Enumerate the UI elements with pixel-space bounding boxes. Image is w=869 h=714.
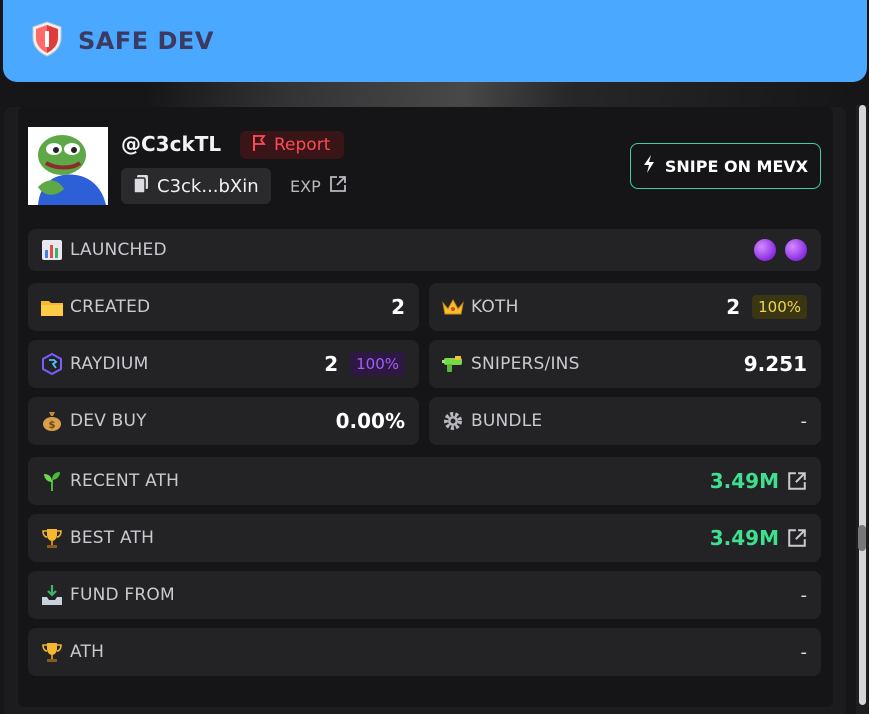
- dev-info-panel: @C3ckTL Report C3ck...bXin EXP SNIPE ON …: [4, 107, 846, 714]
- copy-icon: [133, 174, 149, 199]
- report-button[interactable]: Report: [240, 131, 345, 159]
- koth-row: KOTH 2 100%: [429, 283, 821, 331]
- inbox-tray-icon: [40, 583, 64, 607]
- snipe-label: SNIPE ON MEVX: [664, 156, 809, 176]
- snipe-button[interactable]: SNIPE ON MEVX: [630, 143, 821, 189]
- bundle-row: BUNDLE -: [429, 397, 821, 445]
- scrollbar-track[interactable]: [859, 105, 866, 705]
- crown-icon: [441, 295, 465, 319]
- flag-icon: [252, 134, 266, 157]
- gear-icon: [441, 409, 465, 433]
- external-link-icon[interactable]: [787, 471, 807, 491]
- shield-icon: [30, 21, 64, 61]
- app-window: SAFE DEV @C3ckTL Report C3ck...bXin EXP …: [0, 0, 869, 714]
- avatar: [28, 127, 108, 205]
- recent-ath-value: 3.49M: [709, 469, 779, 493]
- folder-icon: [40, 295, 64, 319]
- dev-handle[interactable]: @C3ckTL: [121, 132, 221, 156]
- snipers-label: SNIPERS/INS: [471, 354, 580, 374]
- report-label: Report: [274, 135, 331, 155]
- dev-buy-label: DEV BUY: [70, 411, 147, 431]
- address-copy-button[interactable]: C3ck...bXin: [121, 168, 271, 204]
- launched-row: LAUNCHED: [28, 229, 821, 271]
- launched-label: LAUNCHED: [70, 240, 167, 260]
- snipers-row: SNIPERS/INS 9.251: [429, 340, 821, 388]
- chart-icon: [40, 238, 64, 262]
- address-text: C3ck...bXin: [157, 175, 259, 197]
- launch-token-icon[interactable]: [754, 239, 776, 261]
- raydium-row: RAYDIUM 2 100%: [28, 340, 419, 388]
- exp-label: EXP: [290, 176, 321, 196]
- external-link-icon: [329, 175, 347, 197]
- svg-text:$: $: [49, 420, 56, 431]
- header-banner: SAFE DEV: [3, 0, 867, 82]
- trophy-icon: [40, 640, 64, 664]
- ath-value: -: [800, 641, 808, 663]
- money-bag-icon: $: [40, 409, 64, 433]
- trophy-icon: [40, 526, 64, 550]
- created-row: CREATED 2: [28, 283, 419, 331]
- fund-from-row: FUND FROM -: [28, 571, 821, 619]
- best-ath-value: 3.49M: [709, 526, 779, 550]
- seedling-icon: [40, 469, 64, 493]
- snipers-value: 9.251: [743, 352, 807, 376]
- fund-from-label: FUND FROM: [70, 585, 175, 605]
- raydium-percent-badge: 100%: [350, 352, 405, 376]
- lightning-icon: [643, 155, 655, 177]
- created-label: CREATED: [70, 297, 151, 317]
- koth-label: KOTH: [471, 297, 519, 317]
- ath-row: ATH -: [28, 628, 821, 676]
- banner-title: SAFE DEV: [78, 27, 214, 55]
- recent-ath-row: RECENT ATH 3.49M: [28, 457, 821, 505]
- dev-buy-value: 0.00%: [335, 409, 405, 433]
- koth-percent-badge: 100%: [752, 295, 807, 319]
- dev-card: @C3ckTL Report C3ck...bXin EXP SNIPE ON …: [18, 107, 833, 707]
- external-link-icon[interactable]: [787, 528, 807, 548]
- best-ath-row: BEST ATH 3.49M: [28, 514, 821, 562]
- scrollbar-thumb[interactable]: [858, 525, 866, 551]
- fund-from-value: -: [800, 584, 808, 606]
- explorer-link[interactable]: EXP: [290, 175, 347, 197]
- raydium-value: 2: [324, 352, 339, 376]
- dev-buy-row: $ DEV BUY 0.00%: [28, 397, 419, 445]
- scrollbar[interactable]: [856, 105, 868, 714]
- koth-value: 2: [726, 295, 741, 319]
- best-ath-label: BEST ATH: [70, 528, 155, 548]
- bundle-label: BUNDLE: [471, 411, 543, 431]
- created-value: 2: [391, 295, 405, 319]
- water-gun-icon: [441, 352, 465, 376]
- raydium-icon: [40, 352, 64, 376]
- launch-token-icon[interactable]: [785, 239, 807, 261]
- bundle-value: -: [800, 410, 808, 432]
- raydium-label: RAYDIUM: [70, 354, 149, 374]
- ath-label: ATH: [70, 642, 105, 662]
- recent-ath-label: RECENT ATH: [70, 471, 180, 491]
